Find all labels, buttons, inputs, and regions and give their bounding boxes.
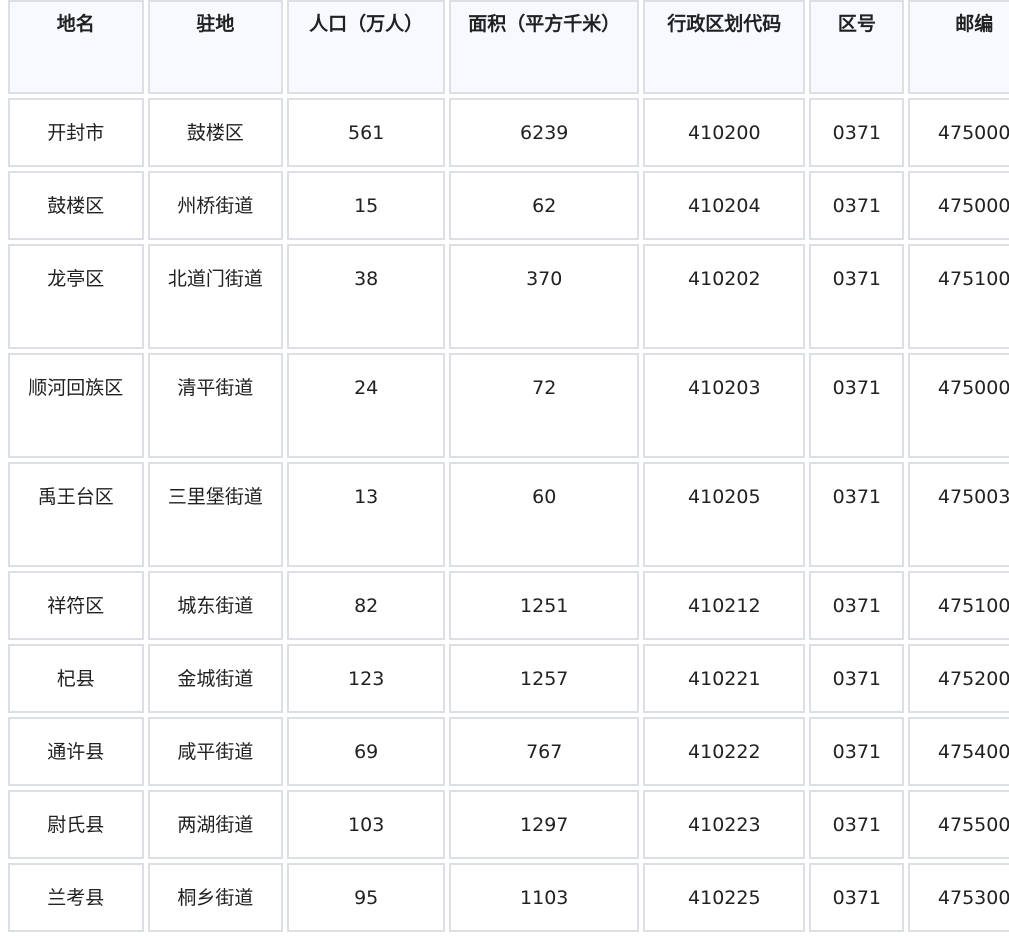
- cell-name: 祥符区: [8, 571, 144, 640]
- cell-name: 尉氏县: [8, 790, 144, 859]
- header-seat[interactable]: 驻地: [147, 0, 284, 94]
- table-row: 杞县 金城街道 123 1257 410221 0371 475200: [8, 644, 1009, 713]
- cell-seat: 咸平街道: [147, 717, 284, 786]
- cell-postcode: 475300: [908, 863, 1009, 932]
- cell-division-code: 410222: [643, 717, 806, 786]
- cell-population: 82: [287, 571, 446, 640]
- cell-division-code: 410203: [643, 353, 806, 458]
- cell-area-code: 0371: [809, 717, 905, 786]
- divisions-table: 地名 驻地 人口（万人） 面积（平方千米） 行政区划代码 区号 邮编 开封市 鼓…: [4, 0, 1009, 936]
- cell-population: 13: [287, 462, 446, 567]
- table-header: 地名 驻地 人口（万人） 面积（平方千米） 行政区划代码 区号 邮编: [8, 0, 1009, 94]
- cell-name: 禹王台区: [8, 462, 144, 567]
- cell-name: 鼓楼区: [8, 171, 144, 240]
- cell-area-code: 0371: [809, 171, 905, 240]
- cell-area-code: 0371: [809, 644, 905, 713]
- table-row: 尉氏县 两湖街道 103 1297 410223 0371 475500: [8, 790, 1009, 859]
- cell-division-code: 410200: [643, 98, 806, 167]
- cell-postcode: 475000: [908, 98, 1009, 167]
- cell-seat: 鼓楼区: [147, 98, 284, 167]
- header-area[interactable]: 面积（平方千米）: [449, 0, 640, 94]
- cell-area: 1257: [449, 644, 640, 713]
- cell-population: 95: [287, 863, 446, 932]
- cell-area-code: 0371: [809, 571, 905, 640]
- cell-seat: 两湖街道: [147, 790, 284, 859]
- cell-name: 杞县: [8, 644, 144, 713]
- cell-population: 38: [287, 244, 446, 349]
- table-body: 开封市 鼓楼区 561 6239 410200 0371 475000 鼓楼区 …: [8, 98, 1009, 932]
- cell-population: 561: [287, 98, 446, 167]
- cell-population: 123: [287, 644, 446, 713]
- cell-population: 24: [287, 353, 446, 458]
- cell-division-code: 410212: [643, 571, 806, 640]
- cell-seat: 桐乡街道: [147, 863, 284, 932]
- cell-name: 顺河回族区: [8, 353, 144, 458]
- table-row: 兰考县 桐乡街道 95 1103 410225 0371 475300: [8, 863, 1009, 932]
- header-population[interactable]: 人口（万人）: [287, 0, 446, 94]
- cell-name: 通许县: [8, 717, 144, 786]
- table-row: 通许县 咸平街道 69 767 410222 0371 475400: [8, 717, 1009, 786]
- cell-division-code: 410223: [643, 790, 806, 859]
- cell-postcode: 475500: [908, 790, 1009, 859]
- header-area-code[interactable]: 区号: [809, 0, 905, 94]
- cell-seat: 清平街道: [147, 353, 284, 458]
- cell-division-code: 410202: [643, 244, 806, 349]
- cell-population: 103: [287, 790, 446, 859]
- cell-name: 开封市: [8, 98, 144, 167]
- cell-name: 龙亭区: [8, 244, 144, 349]
- table-container: 地名 驻地 人口（万人） 面积（平方千米） 行政区划代码 区号 邮编 开封市 鼓…: [4, 0, 1009, 936]
- table-row: 祥符区 城东街道 82 1251 410212 0371 475100: [8, 571, 1009, 640]
- cell-area: 62: [449, 171, 640, 240]
- header-division-code[interactable]: 行政区划代码: [643, 0, 806, 94]
- cell-seat: 北道门街道: [147, 244, 284, 349]
- table-row: 龙亭区 北道门街道 38 370 410202 0371 475100: [8, 244, 1009, 349]
- cell-seat: 金城街道: [147, 644, 284, 713]
- cell-division-code: 410221: [643, 644, 806, 713]
- cell-name: 兰考县: [8, 863, 144, 932]
- table-row: 开封市 鼓楼区 561 6239 410200 0371 475000: [8, 98, 1009, 167]
- table-row: 禹王台区 三里堡街道 13 60 410205 0371 475003: [8, 462, 1009, 567]
- cell-division-code: 410204: [643, 171, 806, 240]
- cell-seat: 州桥街道: [147, 171, 284, 240]
- cell-division-code: 410225: [643, 863, 806, 932]
- header-name[interactable]: 地名: [8, 0, 144, 94]
- cell-area-code: 0371: [809, 863, 905, 932]
- cell-area-code: 0371: [809, 790, 905, 859]
- table-row: 顺河回族区 清平街道 24 72 410203 0371 475000: [8, 353, 1009, 458]
- cell-area: 1103: [449, 863, 640, 932]
- cell-postcode: 475400: [908, 717, 1009, 786]
- cell-area-code: 0371: [809, 98, 905, 167]
- cell-postcode: 475100: [908, 244, 1009, 349]
- cell-area-code: 0371: [809, 353, 905, 458]
- cell-area-code: 0371: [809, 244, 905, 349]
- cell-postcode: 475003: [908, 462, 1009, 567]
- cell-area: 1297: [449, 790, 640, 859]
- cell-area: 72: [449, 353, 640, 458]
- cell-area: 6239: [449, 98, 640, 167]
- header-postcode[interactable]: 邮编: [908, 0, 1009, 94]
- cell-seat: 城东街道: [147, 571, 284, 640]
- cell-area-code: 0371: [809, 462, 905, 567]
- cell-area: 370: [449, 244, 640, 349]
- cell-postcode: 475200: [908, 644, 1009, 713]
- cell-seat: 三里堡街道: [147, 462, 284, 567]
- cell-population: 69: [287, 717, 446, 786]
- cell-population: 15: [287, 171, 446, 240]
- cell-area: 1251: [449, 571, 640, 640]
- cell-division-code: 410205: [643, 462, 806, 567]
- cell-postcode: 475100: [908, 571, 1009, 640]
- cell-area: 767: [449, 717, 640, 786]
- header-row: 地名 驻地 人口（万人） 面积（平方千米） 行政区划代码 区号 邮编: [8, 0, 1009, 94]
- table-row: 鼓楼区 州桥街道 15 62 410204 0371 475000: [8, 171, 1009, 240]
- cell-postcode: 475000: [908, 171, 1009, 240]
- cell-area: 60: [449, 462, 640, 567]
- cell-postcode: 475000: [908, 353, 1009, 458]
